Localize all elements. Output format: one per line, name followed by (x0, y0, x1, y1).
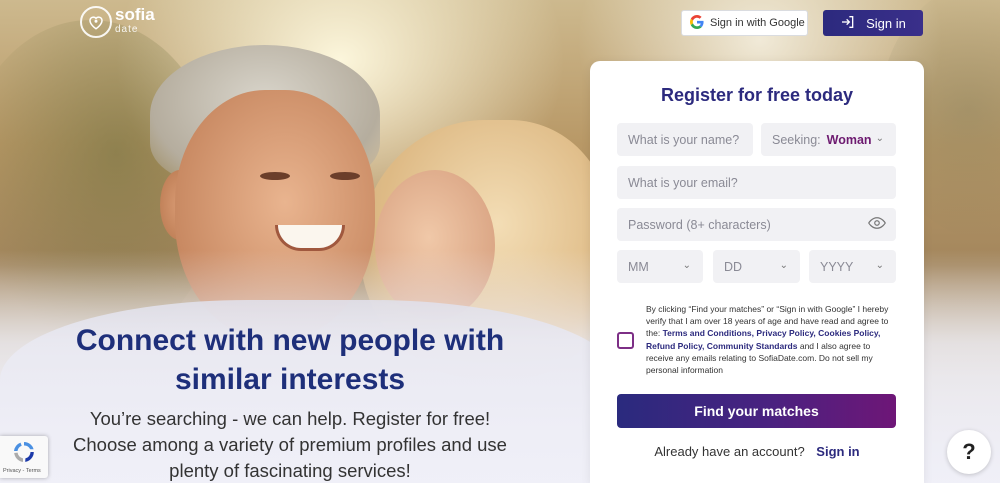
consent-checkbox[interactable] (617, 332, 634, 349)
already-account-row: Already have an account? Sign in (590, 444, 924, 459)
chevron-down-icon: ⌄ (875, 133, 884, 144)
recaptcha-badge[interactable]: Privacy - Terms (0, 436, 48, 478)
google-icon (690, 14, 704, 32)
name-placeholder: What is your name? (628, 132, 740, 147)
day-placeholder: DD (724, 259, 743, 274)
month-placeholder: MM (628, 259, 649, 274)
hero-subtitle-line: plenty of fascinating services! (169, 460, 411, 481)
logo-heart-icon (80, 6, 112, 38)
email-placeholder: What is your email? (628, 175, 738, 190)
name-input[interactable]: What is your name? (617, 123, 753, 156)
seeking-label: Seeking: (772, 132, 821, 147)
birth-day-select[interactable]: DD ⌄ (713, 250, 800, 283)
header-signin-button[interactable]: Sign in (823, 10, 923, 36)
header-signin-label: Sign in (866, 15, 906, 31)
signin-arrow-icon (840, 14, 856, 33)
chevron-down-icon: ⌄ (779, 260, 788, 271)
chevron-down-icon: ⌄ (875, 260, 884, 271)
password-placeholder: Password (8+ characters) (628, 217, 771, 232)
register-title: Register for free today (660, 85, 854, 105)
consent-text: By clicking “Find your matches” or “Sign… (646, 304, 889, 376)
hero-subtitle-line: Choose among a variety of premium profil… (73, 434, 507, 455)
hero-title: Connect with new people with similar int… (60, 321, 520, 399)
eye-icon[interactable] (868, 216, 886, 233)
terms-link[interactable]: Terms and Conditions, (663, 328, 754, 338)
hero-title-line: Connect with new people with (75, 324, 505, 357)
refund-policy-link[interactable]: Refund Policy, (646, 341, 704, 351)
google-signin-label: Sign in with Google (710, 17, 805, 29)
recaptcha-icon (12, 440, 36, 469)
community-standards-link[interactable]: Community Standards (707, 341, 798, 351)
help-button[interactable]: ? (947, 430, 991, 474)
seeking-select[interactable]: Seeking: Woman ⌄ (761, 123, 896, 156)
find-matches-button[interactable]: Find your matches (617, 394, 896, 428)
birth-month-select[interactable]: MM ⌄ (617, 250, 703, 283)
email-input[interactable]: What is your email? (617, 166, 896, 199)
hero-subtitle: You’re searching - we can help. Register… (60, 406, 520, 483)
register-card: Register for free today What is your nam… (590, 61, 924, 483)
signin-link[interactable]: Sign in (816, 444, 859, 459)
hero-title-line: similar interests (174, 363, 406, 396)
year-placeholder: YYYY (820, 259, 854, 274)
brand-sub: date (115, 24, 139, 35)
hero-subtitle-line: You’re searching - we can help. Register… (89, 408, 491, 429)
google-signin-button[interactable]: Sign in with Google (681, 10, 808, 36)
birth-year-select[interactable]: YYYY ⌄ (809, 250, 896, 283)
password-input[interactable]: Password (8+ characters) (617, 208, 896, 241)
privacy-policy-link[interactable]: Privacy Policy, (756, 328, 815, 338)
cookies-policy-link[interactable]: Cookies Policy, (818, 328, 880, 338)
already-account-text: Already have an account? (654, 444, 805, 459)
chevron-down-icon: ⌄ (682, 260, 691, 271)
brand-logo[interactable]: sofia date (80, 6, 155, 38)
recaptcha-links: Privacy - Terms (3, 468, 41, 474)
seeking-value: Woman (826, 132, 872, 147)
